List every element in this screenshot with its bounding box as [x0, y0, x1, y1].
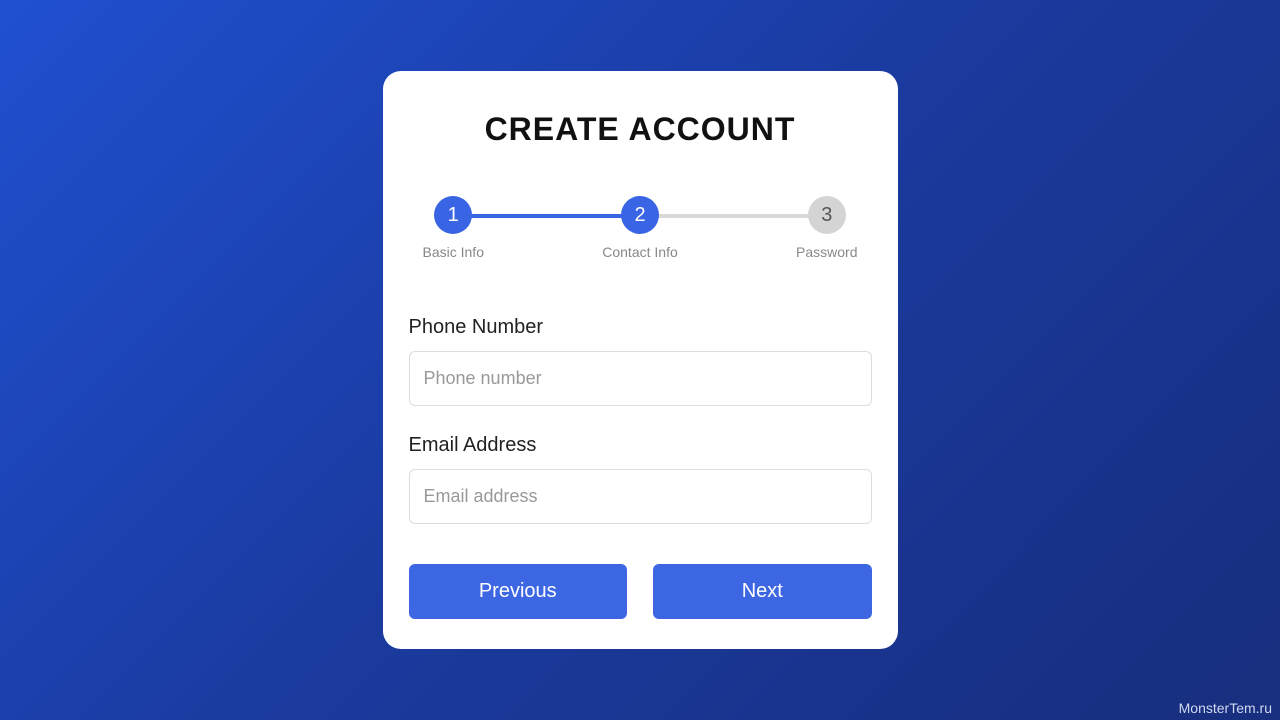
- create-account-card: CREATE ACCOUNT 1 Basic Info 2 Contact In…: [383, 71, 898, 649]
- step-circle-2: 2: [621, 196, 659, 234]
- email-label: Email Address: [409, 434, 872, 457]
- step-circle-3: 3: [808, 196, 846, 234]
- step-label-1: Basic Info: [423, 244, 484, 260]
- step-contact-info: 2 Contact Info: [602, 196, 678, 260]
- step-basic-info: 1 Basic Info: [423, 196, 484, 260]
- phone-form-group: Phone Number: [409, 316, 872, 406]
- next-button[interactable]: Next: [653, 564, 872, 619]
- watermark: MonsterTem.ru: [1179, 700, 1272, 716]
- button-row: Previous Next: [409, 564, 872, 619]
- phone-input[interactable]: [409, 351, 872, 406]
- step-label-2: Contact Info: [602, 244, 678, 260]
- progress-stepper: 1 Basic Info 2 Contact Info 3 Password: [423, 196, 858, 260]
- phone-label: Phone Number: [409, 316, 872, 339]
- email-form-group: Email Address: [409, 434, 872, 524]
- step-password: 3 Password: [796, 196, 857, 260]
- email-input[interactable]: [409, 469, 872, 524]
- step-label-3: Password: [796, 244, 857, 260]
- page-title: CREATE ACCOUNT: [409, 111, 872, 148]
- previous-button[interactable]: Previous: [409, 564, 628, 619]
- step-circle-1: 1: [434, 196, 472, 234]
